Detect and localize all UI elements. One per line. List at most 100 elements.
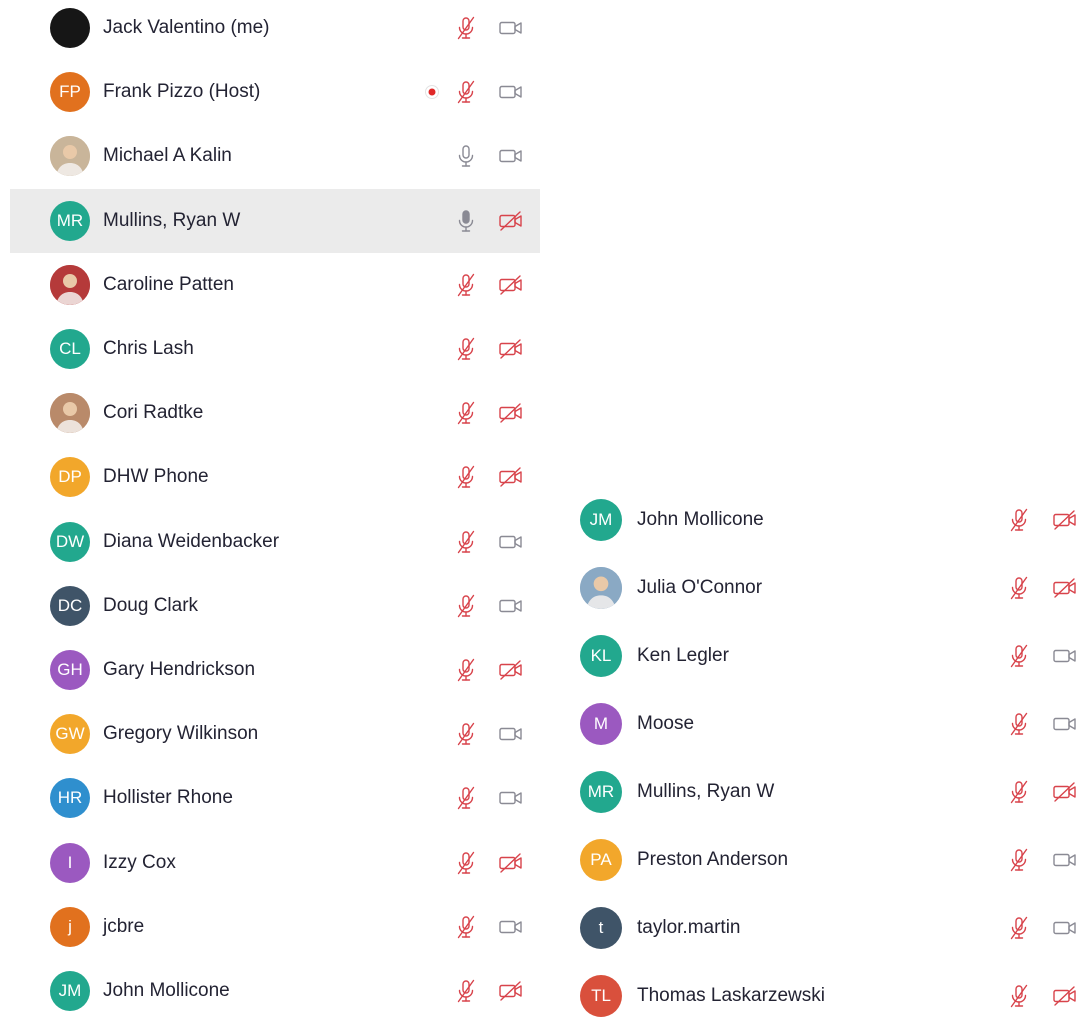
- video-off-icon[interactable]: [497, 463, 525, 491]
- participant-name: Chris Lash: [103, 338, 194, 359]
- video-camera-icon[interactable]: [497, 78, 525, 106]
- video-camera-icon[interactable]: [497, 913, 525, 941]
- participant-name: Moose: [637, 713, 695, 734]
- participant-row-caroline-patten[interactable]: Caroline Patten: [10, 253, 540, 317]
- participant-row-ken-legler[interactable]: KL Ken Legler: [570, 622, 1086, 690]
- participant-row-gregory-wilkinson[interactable]: GW Gregory Wilkinson: [10, 702, 540, 766]
- participant-name: Frank Pizzo (Host): [103, 81, 261, 103]
- microphone-muted-icon[interactable]: [1005, 574, 1033, 602]
- participant-row-izzy-cox[interactable]: I Izzy Cox: [10, 831, 540, 895]
- video-off-icon[interactable]: [497, 977, 525, 1005]
- microphone-muted-icon[interactable]: [452, 913, 480, 941]
- participant-row-gary-hendrickson[interactable]: GH Gary Hendrickson: [10, 638, 540, 702]
- participant-row-chris-lash[interactable]: CL Chris Lash: [10, 317, 540, 381]
- avatar: DC: [50, 585, 90, 626]
- video-off-icon[interactable]: [497, 335, 525, 363]
- participant-row-mullins-ryan-w[interactable]: MR Mullins, Ryan W: [570, 758, 1086, 826]
- video-off-icon[interactable]: [497, 271, 525, 299]
- microphone-muted-icon[interactable]: [452, 78, 480, 106]
- microphone-muted-icon[interactable]: [452, 720, 480, 748]
- video-camera-icon[interactable]: [497, 528, 525, 556]
- microphone-muted-icon[interactable]: [1005, 914, 1033, 942]
- microphone-muted-icon[interactable]: [1005, 642, 1033, 670]
- avatar: DP: [50, 457, 90, 498]
- avatar: CL: [50, 329, 90, 369]
- participant-name: John Mollicone: [637, 509, 764, 530]
- video-camera-icon[interactable]: [497, 142, 525, 170]
- avatar: JM: [580, 499, 622, 541]
- microphone-icon[interactable]: [452, 142, 480, 170]
- video-off-icon[interactable]: [497, 207, 525, 235]
- video-off-icon[interactable]: [1051, 574, 1079, 602]
- video-off-icon[interactable]: [497, 399, 525, 427]
- participant-row-thomas-laskarzewski[interactable]: TL Thomas Laskarzewski: [570, 962, 1086, 1030]
- participant-row-michael-a-kalin[interactable]: Michael A Kalin: [10, 124, 540, 188]
- video-camera-icon[interactable]: [1051, 914, 1079, 942]
- participant-row-julia-o-connor[interactable]: Julia O'Connor: [570, 554, 1086, 622]
- participant-name: Caroline Patten: [103, 273, 234, 295]
- video-off-icon[interactable]: [1051, 506, 1079, 534]
- participant-row-john-mollicone[interactable]: JM John Mollicone: [10, 959, 540, 1023]
- video-camera-icon[interactable]: [1051, 846, 1079, 874]
- microphone-muted-icon[interactable]: [452, 335, 480, 363]
- participant-row-john-mollicone[interactable]: JM John Mollicone: [570, 486, 1086, 554]
- avatar: GH: [50, 650, 90, 690]
- microphone-icon[interactable]: [452, 207, 480, 235]
- video-camera-icon[interactable]: [1051, 710, 1079, 738]
- video-camera-icon[interactable]: [497, 784, 525, 812]
- microphone-muted-icon[interactable]: [452, 592, 480, 620]
- avatar-initials: j: [68, 916, 72, 936]
- participant-row-moose[interactable]: M Moose: [570, 690, 1086, 758]
- participant-row-diana-weidenbacker[interactable]: DW Diana Weidenbacker: [10, 510, 540, 574]
- participant-row-jcbre[interactable]: j jcbre: [10, 895, 540, 959]
- avatar: TL: [580, 975, 622, 1017]
- microphone-muted-icon[interactable]: [1005, 982, 1033, 1010]
- video-off-icon[interactable]: [497, 656, 525, 684]
- video-camera-icon[interactable]: [497, 592, 525, 620]
- microphone-muted-icon[interactable]: [1005, 778, 1033, 806]
- microphone-muted-icon[interactable]: [452, 14, 480, 42]
- participant-name: Ken Legler: [637, 645, 729, 666]
- avatar: KL: [580, 635, 622, 677]
- video-off-icon[interactable]: [1051, 982, 1079, 1010]
- microphone-muted-icon[interactable]: [1005, 846, 1033, 874]
- microphone-muted-icon[interactable]: [1005, 506, 1033, 534]
- avatar: DW: [50, 521, 90, 562]
- microphone-muted-icon[interactable]: [452, 784, 480, 812]
- participant-row-taylor-martin[interactable]: t taylor.martin: [570, 894, 1086, 962]
- microphone-muted-icon[interactable]: [452, 399, 480, 427]
- participant-row-hollister-rhone[interactable]: HR Hollister Rhone: [10, 766, 540, 830]
- microphone-muted-icon[interactable]: [452, 528, 480, 556]
- participant-row-mullins-ryan-w[interactable]: MR Mullins, Ryan W: [10, 188, 540, 253]
- participant-row-cori-radtke[interactable]: Cori Radtke: [10, 381, 540, 445]
- avatar: j: [50, 906, 90, 947]
- video-camera-icon[interactable]: [497, 14, 525, 42]
- microphone-muted-icon[interactable]: [1005, 710, 1033, 738]
- participant-name: taylor.martin: [637, 917, 741, 938]
- participant-name: Preston Anderson: [637, 849, 789, 870]
- participant-name: Doug Clark: [103, 594, 199, 616]
- participant-row-preston-anderson[interactable]: PA Preston Anderson: [570, 826, 1086, 894]
- video-camera-icon[interactable]: [1051, 642, 1079, 670]
- participant-row-dhw-phone[interactable]: DP DHW Phone: [10, 445, 540, 509]
- avatar-initials: DC: [57, 595, 83, 615]
- participant-row-doug-clark[interactable]: DC Doug Clark: [10, 574, 540, 638]
- avatar: [50, 136, 90, 177]
- microphone-muted-icon[interactable]: [452, 271, 480, 299]
- microphone-muted-icon[interactable]: [452, 977, 480, 1005]
- participant-row-frank-pizzo-host[interactable]: FP Frank Pizzo (Host): [10, 60, 540, 124]
- video-off-icon[interactable]: [497, 849, 525, 877]
- avatar: FP: [50, 72, 90, 113]
- participant-name: Mullins, Ryan W: [103, 209, 241, 231]
- video-off-icon[interactable]: [1051, 778, 1079, 806]
- avatar-initials: GW: [55, 724, 85, 744]
- video-camera-icon[interactable]: [497, 720, 525, 748]
- avatar-initials: t: [598, 918, 604, 937]
- microphone-muted-icon[interactable]: [452, 463, 480, 491]
- microphone-muted-icon[interactable]: [452, 849, 480, 877]
- participant-row-jack-valentino-me[interactable]: Jack Valentino (me): [10, 0, 540, 60]
- participant-name: Gregory Wilkinson: [103, 723, 259, 745]
- participant-name: Michael A Kalin: [103, 145, 232, 167]
- microphone-muted-icon[interactable]: [452, 656, 480, 684]
- avatar: GW: [50, 714, 90, 755]
